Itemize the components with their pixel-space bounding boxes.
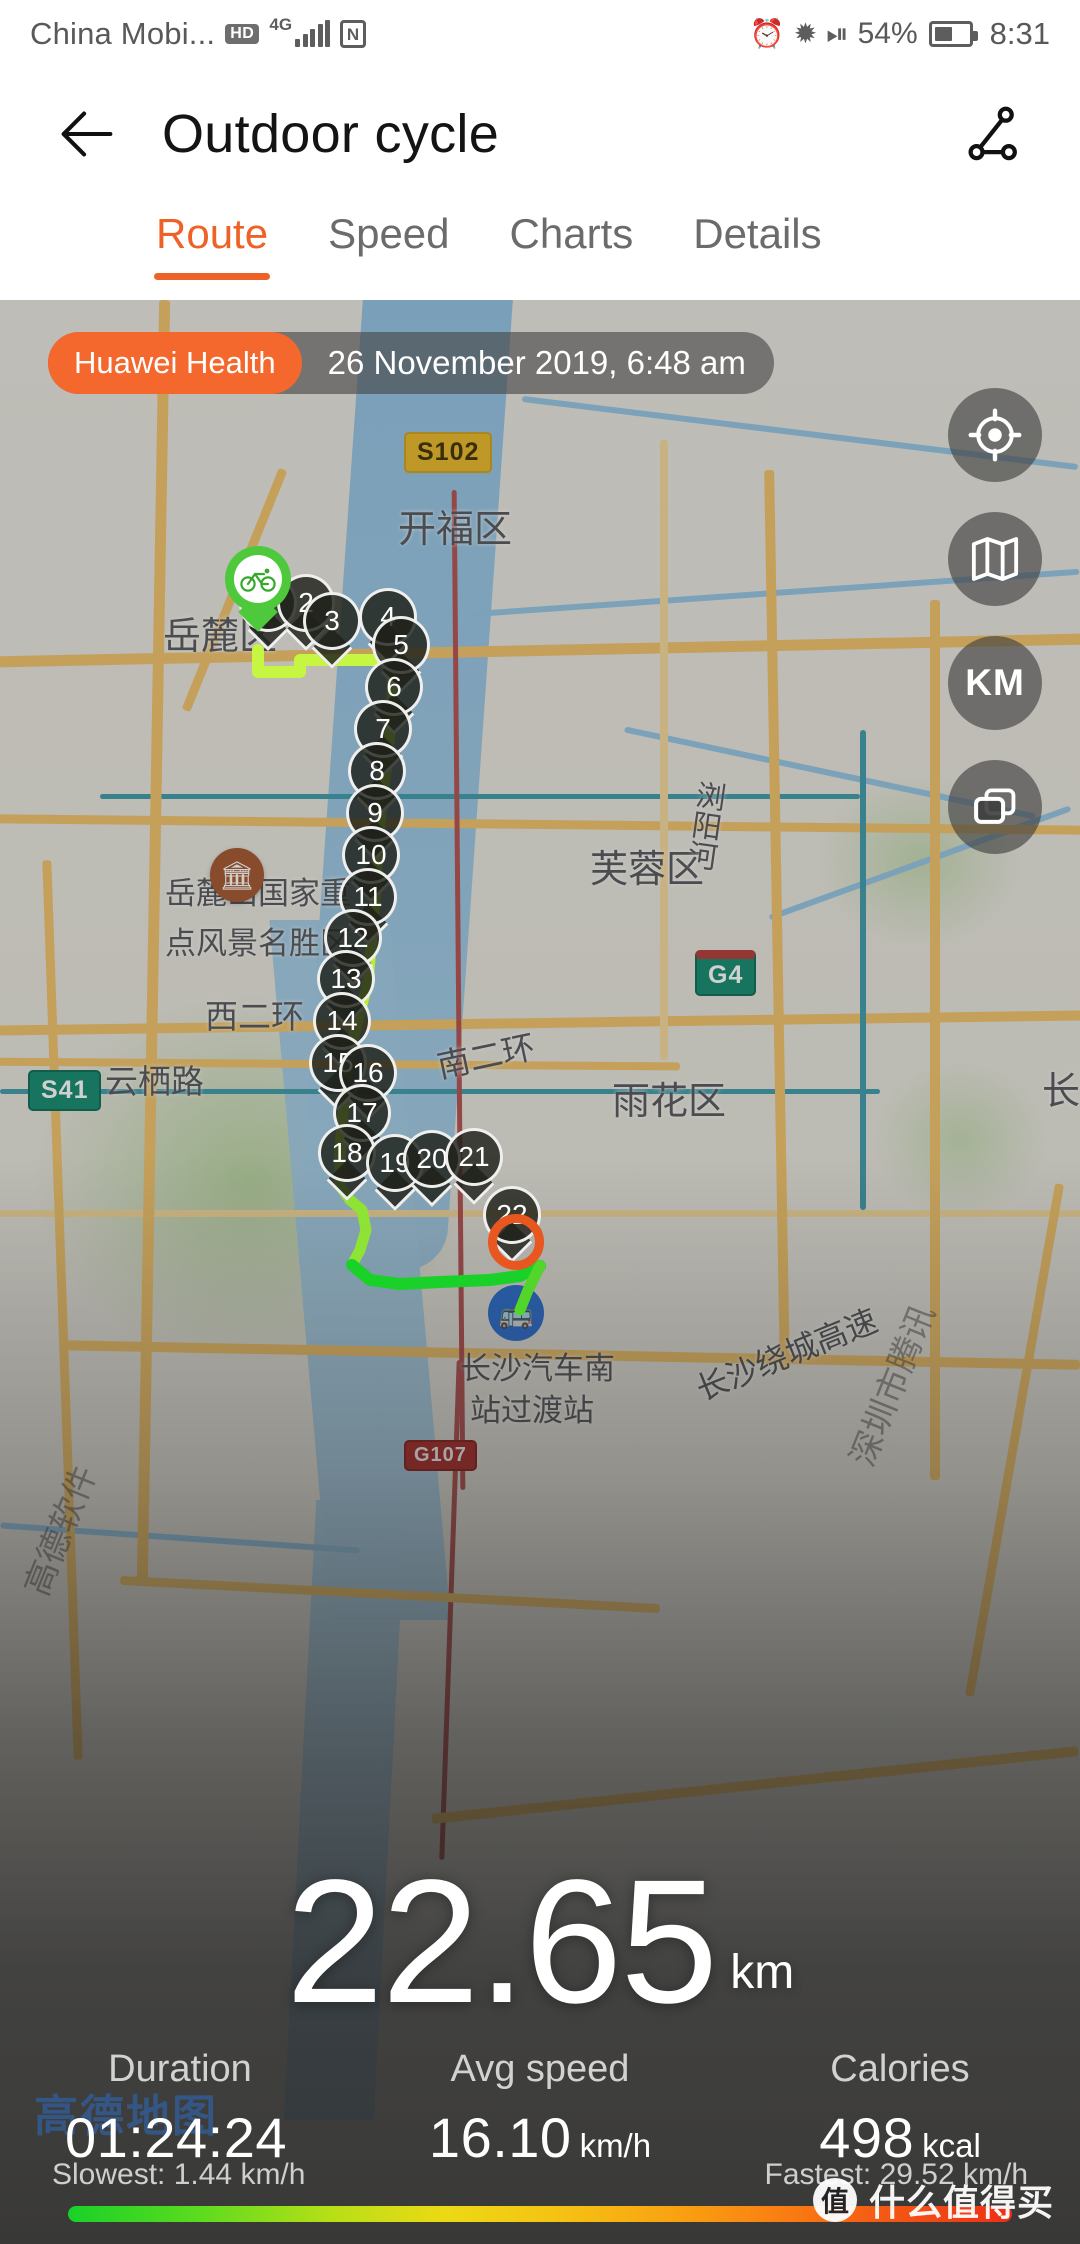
status-bar-right: ⏰ ✹ ⏯ 54% 8:31 bbox=[750, 16, 1050, 52]
battery-icon bbox=[928, 21, 978, 47]
back-arrow-icon bbox=[61, 111, 113, 157]
map-controls: KM bbox=[948, 388, 1042, 854]
zhidemai-watermark: 值 什么值得买 bbox=[812, 2174, 1054, 2226]
museum-poi-icon: 🏛 bbox=[210, 848, 264, 902]
app-bar: Outdoor cycle bbox=[0, 68, 1080, 200]
layers-icon bbox=[974, 788, 1016, 824]
activity-datetime: 26 November 2019, 6:48 am bbox=[327, 344, 746, 381]
map-shield-s102: S102 bbox=[404, 432, 493, 473]
map-shield-s41: S41 bbox=[28, 1070, 102, 1111]
bus-station-poi-icon: 🚌 bbox=[488, 1285, 544, 1341]
tab-details[interactable]: Details bbox=[663, 200, 851, 258]
app-badge: Huawei Health bbox=[48, 332, 302, 394]
unit-toggle-button[interactable]: KM bbox=[948, 636, 1042, 730]
clock-label: 8:31 bbox=[989, 16, 1050, 51]
start-marker[interactable] bbox=[225, 546, 291, 630]
zhidemai-logo-icon: 值 bbox=[812, 2178, 857, 2222]
tab-speed[interactable]: Speed bbox=[298, 200, 479, 258]
road-v-mid bbox=[660, 440, 668, 1060]
network-type-label: 4G bbox=[269, 15, 293, 34]
nfc-icon: N bbox=[340, 20, 367, 48]
status-bar: China Mobi... HD 4G N ⏰ ✹ ⏯ 54% 8:31 bbox=[0, 0, 1080, 68]
end-marker[interactable] bbox=[488, 1214, 544, 1270]
hd-badge: HD bbox=[225, 23, 260, 45]
vibrate-icon: ⏯ bbox=[826, 18, 849, 49]
map-label-busstation-1: 长沙汽车南 bbox=[460, 1351, 615, 1387]
map-type-button[interactable] bbox=[948, 512, 1042, 606]
battery-percent-label: 54% bbox=[857, 17, 918, 50]
map-label-yuhua: 雨花区 bbox=[612, 1079, 727, 1123]
signal-icon: 4G bbox=[269, 15, 331, 47]
map-label-chang: 长 bbox=[1042, 1069, 1080, 1113]
map-canvas[interactable]: S102 开福区 岳麓区 岳麓山国家重 点风景名胜区 芙蓉区 西二环 云栖路 S… bbox=[0, 300, 1080, 2244]
amap-watermark: 高德地图 bbox=[34, 2091, 218, 2142]
tab-route[interactable]: Route bbox=[126, 200, 298, 280]
status-bar-left: China Mobi... HD 4G N bbox=[30, 15, 750, 52]
back-button[interactable] bbox=[48, 95, 126, 173]
share-nodes-icon bbox=[968, 106, 1017, 161]
crosshair-icon bbox=[968, 408, 1022, 462]
unit-label: KM bbox=[965, 662, 1025, 703]
source-chip: Huawei Health 26 November 2019, 6:48 am bbox=[48, 332, 774, 394]
bluetooth-icon: ✹ bbox=[793, 18, 818, 49]
folded-map-icon bbox=[971, 537, 1019, 581]
layers-button[interactable] bbox=[948, 760, 1042, 854]
road-teal-1 bbox=[100, 794, 860, 799]
map-label-yunqilu: 云栖路 bbox=[105, 1062, 204, 1101]
map-label-kaifu: 开福区 bbox=[398, 507, 513, 551]
phone-screen: China Mobi... HD 4G N ⏰ ✹ ⏯ 54% 8:31 Out… bbox=[0, 0, 1080, 2244]
locate-button[interactable] bbox=[948, 388, 1042, 482]
map-shield-g4: G4 bbox=[695, 950, 757, 996]
page-title: Outdoor cycle bbox=[162, 104, 500, 164]
road-v-east2 bbox=[930, 600, 940, 1480]
tab-charts[interactable]: Charts bbox=[480, 200, 664, 258]
share-button[interactable] bbox=[954, 95, 1032, 173]
tab-bar: Route Speed Charts Details bbox=[0, 200, 1080, 300]
carrier-label: China Mobi... bbox=[30, 16, 216, 51]
road-teal-v bbox=[860, 730, 866, 1210]
map-label-xierhuan: 西二环 bbox=[205, 997, 304, 1036]
signal-bars-icon bbox=[295, 20, 331, 47]
start-marker-body bbox=[225, 546, 291, 612]
bicycle-icon bbox=[234, 555, 282, 603]
km-marker-3[interactable]: 3 bbox=[303, 592, 361, 666]
zhidemai-text: 什么值得买 bbox=[868, 2183, 1054, 2224]
map-shield-g107: G107 bbox=[404, 1440, 477, 1471]
alarm-icon: ⏰ bbox=[749, 18, 785, 49]
map-label-busstation-2: 站过渡站 bbox=[470, 1393, 594, 1429]
